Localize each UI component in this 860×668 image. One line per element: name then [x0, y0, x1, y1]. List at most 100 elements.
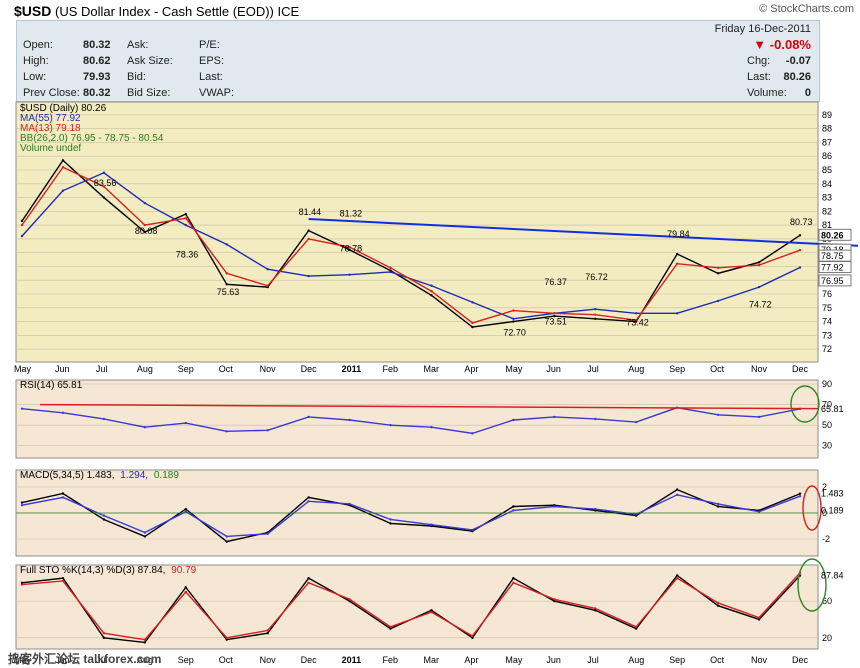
- x-tick-label: Sep: [178, 655, 194, 665]
- y-tick-label: 75: [822, 303, 832, 313]
- data-point: [757, 616, 761, 619]
- price-annotation: 81.32: [340, 209, 363, 219]
- data-point: [102, 417, 106, 421]
- data-point: [675, 493, 679, 496]
- x-tick-label: May: [14, 364, 32, 374]
- right-label: 76.95: [821, 276, 844, 286]
- y-tick-label: 30: [822, 441, 832, 451]
- data-point: [102, 196, 106, 199]
- data-point: [307, 581, 310, 584]
- data-point: [102, 636, 106, 640]
- data-point: [471, 634, 474, 638]
- data-point: [348, 598, 351, 601]
- data-point: [143, 426, 147, 429]
- data-point: [635, 625, 638, 629]
- data-point: [430, 284, 433, 287]
- data-point: [716, 601, 720, 605]
- data-point: [594, 307, 597, 311]
- data-point: [716, 505, 720, 508]
- price-annotation: 72.70: [503, 327, 526, 337]
- data-point: [225, 283, 228, 286]
- data-point: [512, 320, 515, 323]
- y-tick-label: 84: [822, 179, 832, 189]
- data-point: [20, 223, 24, 227]
- y-tick-label: 73: [822, 330, 832, 340]
- price-annotation: 76.72: [585, 272, 608, 282]
- right-label: 80.26: [821, 230, 844, 240]
- data-point: [430, 426, 433, 429]
- x-tick-label: Oct: [219, 655, 234, 665]
- data-point: [20, 219, 24, 223]
- data-point: [61, 189, 65, 192]
- right-label: 87.84: [821, 571, 844, 581]
- data-point: [553, 415, 556, 419]
- data-point: [512, 317, 515, 320]
- data-point: [184, 507, 187, 511]
- data-point: [512, 309, 515, 312]
- x-tick-label: Mar: [423, 364, 439, 374]
- data-point: [675, 574, 679, 577]
- data-point: [798, 234, 802, 237]
- y-tick-label: 86: [822, 151, 832, 161]
- x-tick-label: Aug: [628, 364, 644, 374]
- data-point: [594, 607, 597, 610]
- data-point: [471, 325, 474, 329]
- x-tick-label: Sep: [669, 655, 685, 665]
- y-tick-label: 88: [822, 124, 832, 134]
- data-point: [225, 430, 228, 433]
- data-point: [675, 262, 679, 265]
- price-annotation: 78.78: [340, 244, 363, 254]
- data-point: [143, 638, 147, 641]
- data-point: [594, 317, 597, 320]
- sto-panel: [15, 564, 819, 650]
- data-point: [716, 502, 720, 506]
- x-tick-label: Aug: [137, 364, 153, 374]
- x-tick-label: Mar: [423, 655, 439, 665]
- rsi-legend: RSI(14) 65.81: [20, 380, 83, 391]
- data-point: [553, 312, 556, 315]
- sto-legend-b: 90.79: [171, 565, 196, 576]
- data-point: [143, 531, 147, 534]
- x-tick-label: Jun: [546, 364, 561, 374]
- data-point: [716, 413, 720, 417]
- data-point: [594, 417, 597, 421]
- x-tick-label: Jun: [55, 364, 70, 374]
- data-point: [675, 488, 679, 491]
- data-point: [757, 510, 761, 513]
- data-point: [553, 598, 556, 601]
- y-tick-label: 87: [822, 137, 832, 147]
- data-point: [307, 496, 310, 499]
- y-tick-label: 85: [822, 165, 832, 175]
- y-tick-label: 20: [822, 633, 832, 643]
- x-tick-label: Sep: [178, 364, 194, 374]
- x-tick-label: Apr: [464, 655, 478, 665]
- data-point: [307, 415, 310, 419]
- x-tick-label: Aug: [628, 655, 644, 665]
- data-point: [675, 576, 679, 580]
- data-point: [225, 535, 228, 538]
- data-point: [430, 290, 433, 293]
- y-tick-label: 81: [822, 220, 832, 230]
- data-point: [716, 272, 720, 275]
- y-tick-label: 83: [822, 193, 832, 203]
- data-point: [635, 312, 638, 315]
- data-point: [61, 492, 65, 495]
- data-point: [143, 535, 147, 538]
- data-point: [184, 586, 187, 589]
- x-tick-label: 2011: [342, 364, 362, 374]
- data-point: [266, 532, 269, 535]
- price-annotation: 80.73: [790, 217, 813, 227]
- data-point: [225, 636, 228, 640]
- y-tick-label: 76: [822, 289, 832, 299]
- data-point: [430, 294, 433, 297]
- data-point: [266, 629, 269, 632]
- data-point: [143, 201, 147, 205]
- data-point: [757, 261, 761, 264]
- data-point: [102, 171, 106, 174]
- data-point: [225, 272, 228, 275]
- data-point: [389, 266, 392, 270]
- data-point: [266, 429, 269, 432]
- data-point: [61, 579, 65, 583]
- data-point: [184, 510, 187, 513]
- data-point: [471, 321, 474, 325]
